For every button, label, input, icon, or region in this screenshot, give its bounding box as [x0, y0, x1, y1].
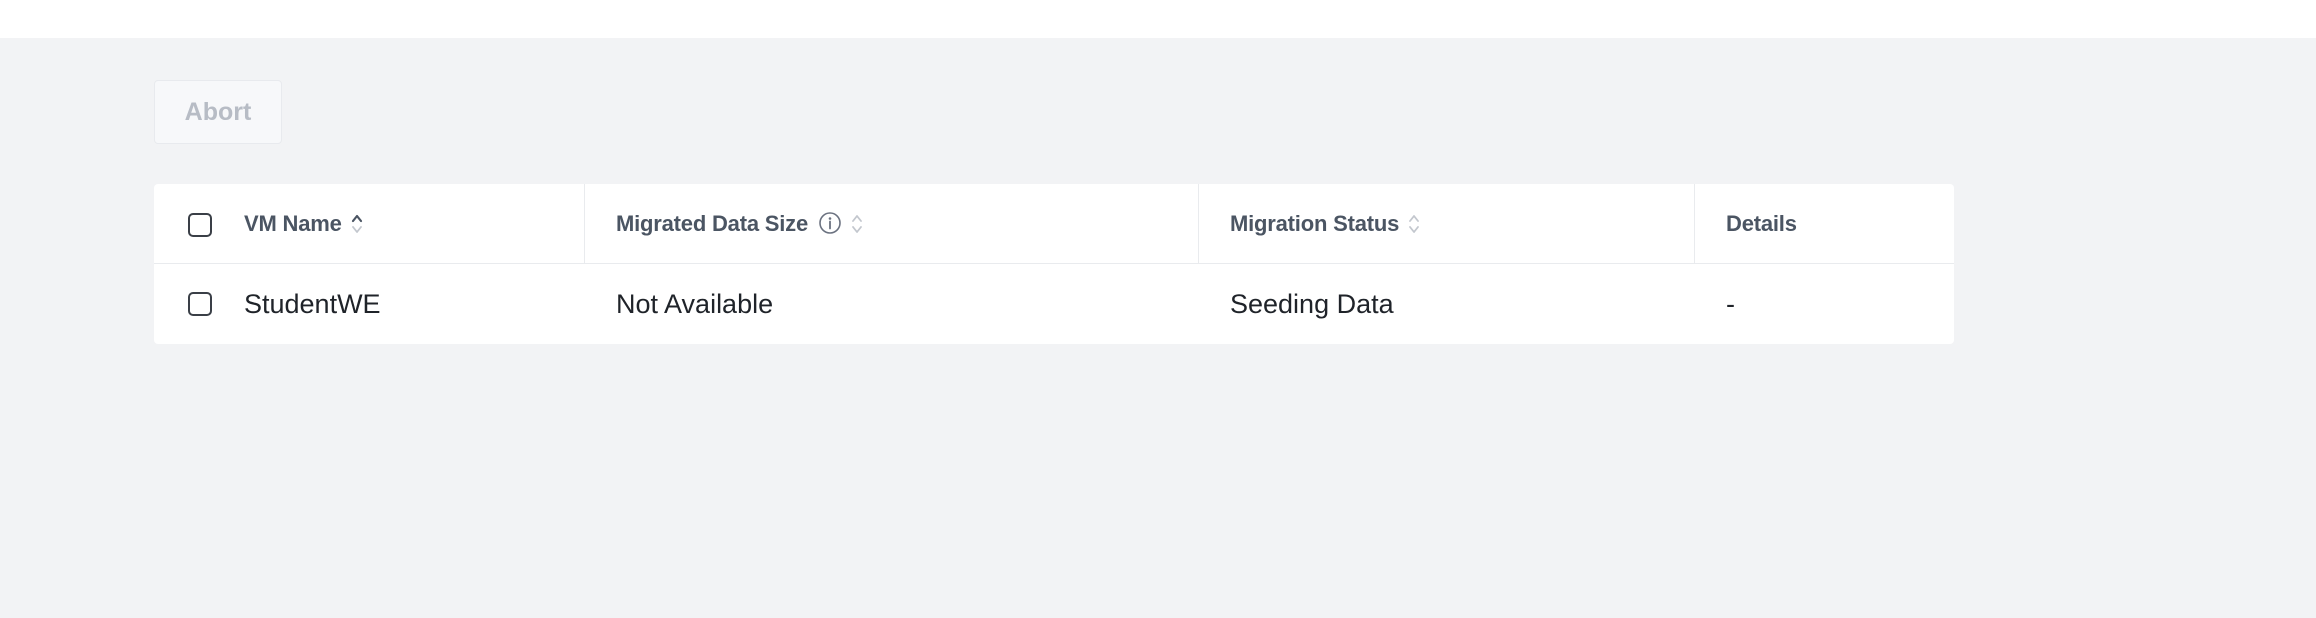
migrated-data-size-cell: Not Available [616, 264, 773, 344]
details-value: - [1726, 288, 1735, 319]
column-header-label: Details [1726, 210, 1797, 236]
column-header-migration-status[interactable]: Migration Status [1230, 184, 1421, 263]
column-header-vm-name[interactable]: VM Name [244, 184, 364, 263]
column-divider[interactable] [1694, 184, 1695, 263]
row-checkbox[interactable] [188, 292, 212, 316]
table-row[interactable]: StudentWE Not Available Seeding Data - [154, 264, 1954, 344]
sort-ascending-icon[interactable] [350, 210, 364, 238]
details-cell: - [1726, 264, 1735, 344]
migration-status-cell: Seeding Data [1230, 264, 1394, 344]
migration-status-value: Seeding Data [1230, 288, 1394, 319]
column-header-label: VM Name [244, 210, 342, 236]
vm-name-value: StudentWE [244, 288, 381, 319]
sort-icon[interactable] [850, 210, 864, 238]
migrated-data-size-value: Not Available [616, 288, 774, 319]
column-divider[interactable] [584, 184, 585, 263]
select-all-checkbox[interactable] [188, 213, 212, 237]
top-bar [0, 0, 2316, 38]
column-divider[interactable] [1198, 184, 1199, 263]
abort-button[interactable]: Abort [154, 80, 282, 144]
migration-table: VM Name Migrated Data Size Migration Sta… [154, 184, 1954, 344]
column-header-label: Migrated Data Size [616, 210, 809, 236]
column-header-migrated-data-size[interactable]: Migrated Data Size [616, 184, 864, 263]
table-header-row: VM Name Migrated Data Size Migration Sta… [154, 184, 1954, 264]
info-icon[interactable] [818, 211, 842, 236]
sort-icon[interactable] [1407, 210, 1421, 238]
column-header-label: Migration Status [1230, 210, 1400, 236]
column-header-details: Details [1726, 184, 1797, 263]
vm-name-cell: StudentWE [244, 264, 381, 344]
